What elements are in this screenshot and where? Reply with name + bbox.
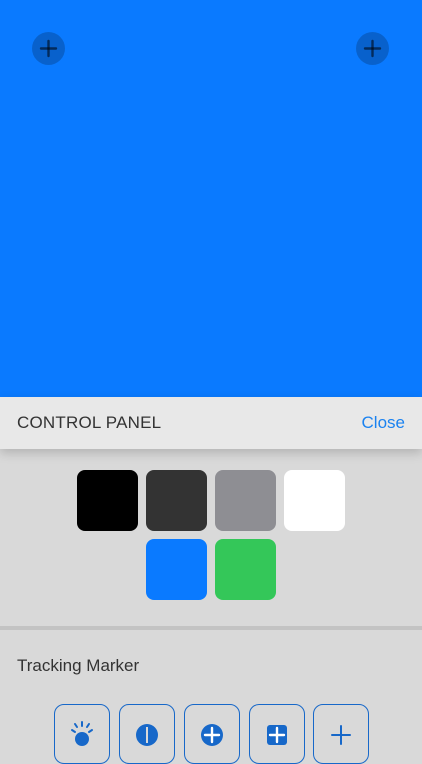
plus-circle-marker-icon — [201, 724, 223, 746]
plus-square-marker-icon — [267, 725, 287, 745]
swatch-dark-gray[interactable] — [146, 470, 207, 531]
control-panel-title: CONTROL PANEL — [17, 413, 162, 432]
swatch-blue[interactable] — [146, 539, 207, 600]
marker-plus-circle-button[interactable] — [184, 704, 240, 764]
control-panel-header: CONTROL PANEL Close — [0, 397, 422, 449]
swatch-green[interactable] — [215, 539, 276, 600]
swatch-white[interactable] — [284, 470, 345, 531]
top-left-plus-circle-icon[interactable] — [32, 32, 65, 65]
color-swatch-grid — [0, 449, 422, 626]
marker-filled-circle-button[interactable] — [119, 704, 175, 764]
close-button[interactable]: Close — [362, 413, 405, 433]
marker-sun-button[interactable] — [54, 704, 110, 764]
crosshair-plus-marker-icon — [331, 725, 351, 745]
marker-crosshair-button[interactable] — [313, 704, 369, 764]
swatch-gray[interactable] — [215, 470, 276, 531]
tracking-marker-label: Tracking Marker — [17, 656, 140, 675]
swatch-black[interactable] — [77, 470, 138, 531]
filled-circle-marker-icon — [136, 724, 158, 746]
tracking-marker-section: Tracking Marker — [0, 630, 422, 764]
color-canvas[interactable] — [0, 0, 422, 397]
sun-marker-icon — [71, 721, 93, 746]
marker-plus-square-button[interactable] — [249, 704, 305, 764]
top-right-plus-circle-icon[interactable] — [356, 32, 389, 65]
